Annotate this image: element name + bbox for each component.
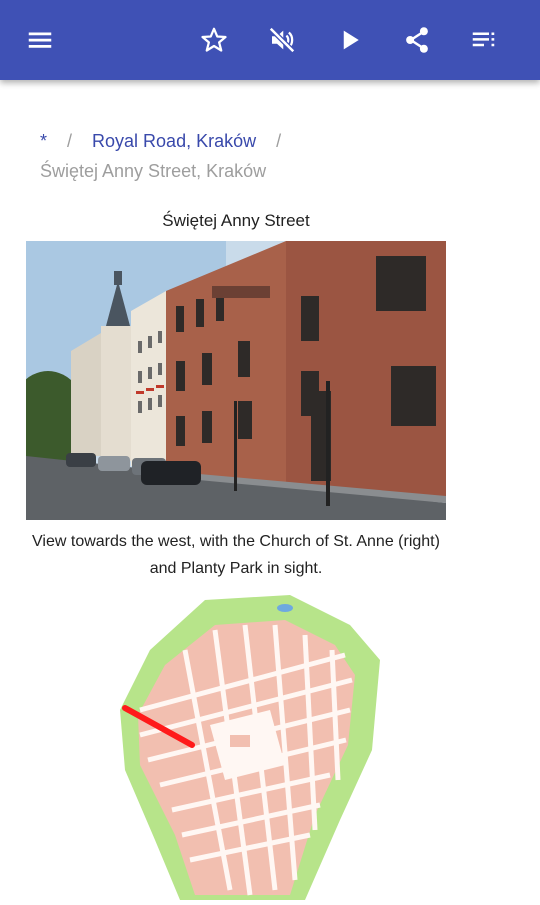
menu-icon bbox=[28, 32, 52, 48]
app-bar bbox=[0, 0, 540, 80]
old-town-map[interactable] bbox=[110, 590, 400, 900]
breadcrumb-royal-road-link[interactable]: Royal Road, Kraków bbox=[92, 131, 256, 151]
play-button[interactable] bbox=[330, 20, 370, 60]
volume-off-icon bbox=[268, 26, 296, 54]
breadcrumb-separator: / bbox=[276, 131, 282, 151]
share-button[interactable] bbox=[397, 20, 437, 60]
mute-button[interactable] bbox=[262, 20, 302, 60]
favorite-button[interactable] bbox=[194, 20, 234, 60]
breadcrumb: * / Royal Road, Kraków / Świętej Anny Stree… bbox=[40, 126, 510, 186]
share-icon bbox=[406, 27, 428, 53]
breadcrumb-current: Świętej Anny Street, Kraków bbox=[40, 161, 267, 181]
star-outline-icon bbox=[201, 27, 227, 52]
menu-button[interactable] bbox=[20, 20, 60, 60]
figure-caption: View towards the west, with the Church o… bbox=[32, 533, 440, 577]
breadcrumb-separator: / bbox=[67, 131, 73, 151]
breadcrumb-home-link[interactable]: * bbox=[40, 131, 47, 151]
playlist-button[interactable] bbox=[464, 20, 504, 60]
playlist-icon bbox=[472, 32, 495, 47]
street-photo[interactable] bbox=[26, 241, 446, 520]
play-icon bbox=[343, 30, 359, 50]
figure-title: Świętej Anny Street bbox=[162, 211, 310, 230]
